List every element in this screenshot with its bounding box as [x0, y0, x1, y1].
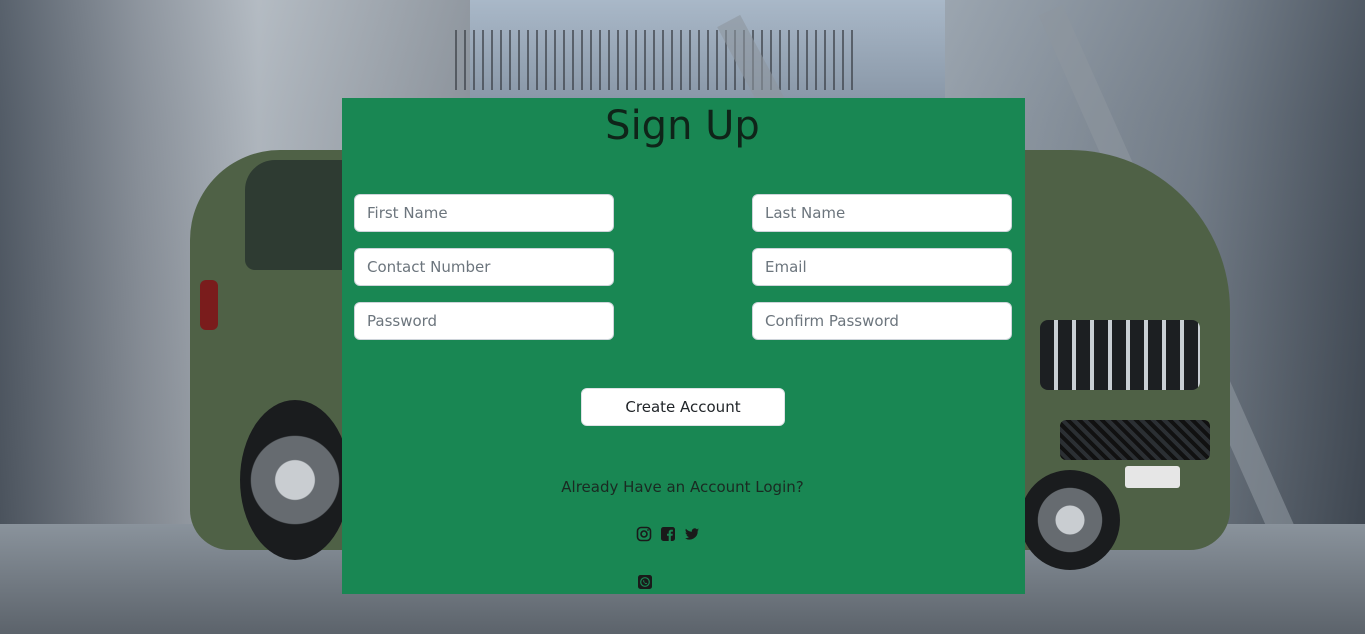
facebook-icon[interactable]	[660, 526, 676, 542]
last-name-input[interactable]	[752, 194, 1012, 232]
email-input[interactable]	[752, 248, 1012, 286]
password-input[interactable]	[354, 302, 614, 340]
first-name-input[interactable]	[354, 194, 614, 232]
create-account-button[interactable]: Create Account	[581, 388, 785, 426]
page-title: Sign Up	[605, 103, 760, 149]
twitter-icon[interactable]	[684, 526, 700, 542]
confirm-password-input[interactable]	[752, 302, 1012, 340]
login-link[interactable]: Already Have an Account Login?	[0, 478, 1365, 496]
whatsapp-icon[interactable]	[637, 574, 653, 590]
contact-number-input[interactable]	[354, 248, 614, 286]
signup-panel	[342, 98, 1025, 594]
social-links	[636, 526, 700, 542]
instagram-icon[interactable]	[636, 526, 652, 542]
